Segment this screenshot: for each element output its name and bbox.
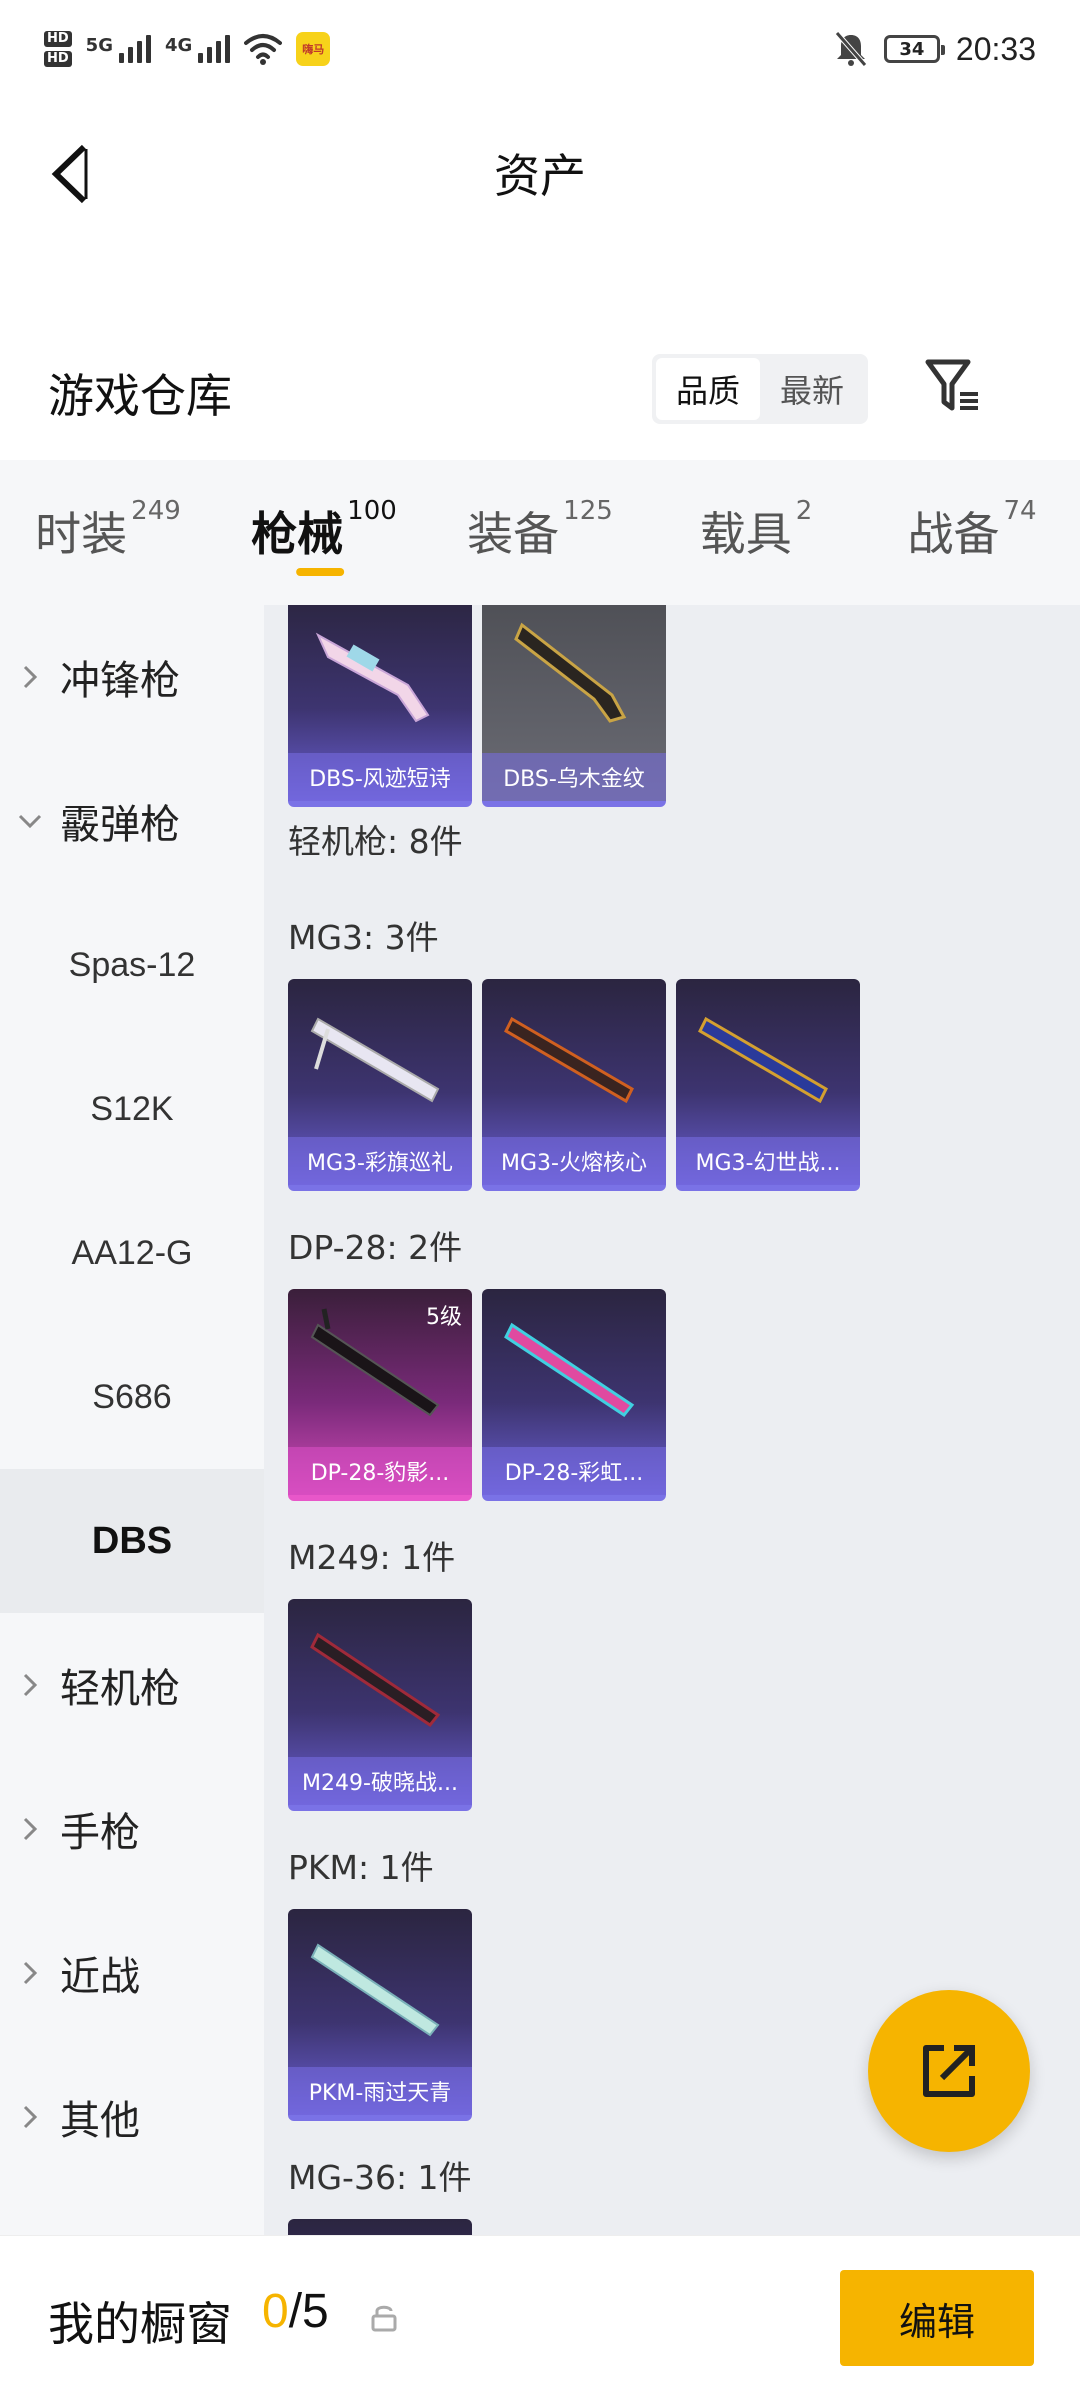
category-tabs: 时装 249 枪械 100 装备 125 载具 2 战备 74: [0, 460, 1080, 605]
skin-card[interactable]: [288, 2219, 472, 2235]
chevron-right-icon: [23, 2105, 38, 2129]
tab-supplies[interactable]: 战备 74: [864, 460, 1080, 605]
hd-indicator: HD HD: [44, 31, 72, 67]
skin-card[interactable]: MG3-火熔核心: [482, 979, 666, 1191]
gun-skin-image: [310, 1017, 440, 1103]
sidebar-item-shotgun[interactable]: 霰弹枪: [0, 749, 264, 893]
tab-vehicles[interactable]: 载具 2: [648, 460, 864, 605]
section-title: 游戏仓库: [48, 369, 232, 423]
section-header: 游戏仓库 品质 最新: [0, 330, 1080, 450]
gun-skin-image: [514, 622, 627, 723]
sidebar-item-melee[interactable]: 近战: [0, 1901, 264, 2045]
sidebar-item-s686[interactable]: S686: [0, 1325, 264, 1469]
app-notification-icon: 嗨马: [296, 32, 331, 66]
tab-fashion[interactable]: 时装 249: [0, 460, 216, 605]
filter-icon: [925, 359, 978, 411]
wifi-icon: [244, 34, 283, 65]
gun-skin-image: [310, 1632, 441, 1728]
title-bar: 资产: [0, 110, 1080, 230]
sort-toggle: 品质 最新: [652, 354, 868, 424]
chevron-right-icon: [23, 1961, 38, 1985]
sort-latest-button[interactable]: 最新: [760, 358, 864, 420]
gun-skin-image: [504, 1322, 635, 1418]
signal-5g-icon: 5G: [86, 35, 151, 63]
battery-icon: 34: [883, 35, 945, 63]
skin-card[interactable]: DP-28-彩虹...: [482, 1289, 666, 1501]
share-button[interactable]: [868, 1990, 1030, 2152]
tab-firearms[interactable]: 枪械 100: [216, 460, 432, 605]
group-title: M249: 1件: [288, 1538, 456, 1577]
edit-button[interactable]: 编辑: [840, 2270, 1034, 2366]
showcase-label: 我的橱窗: [48, 2297, 232, 2351]
sidebar-item-dbs[interactable]: DBS: [0, 1469, 264, 1613]
showcase-bar: 我的橱窗 0 / 5 编辑: [0, 2235, 1080, 2400]
skin-card[interactable]: MG3-彩旗巡礼: [288, 979, 472, 1191]
skin-card[interactable]: M249-破晓战...: [288, 1599, 472, 1811]
sidebar-item-spas12[interactable]: Spas-12: [0, 893, 264, 1037]
level-badge: 5级: [426, 1305, 462, 1330]
chevron-down-icon: [18, 814, 42, 829]
group-title: MG3: 3件: [288, 918, 439, 957]
tab-equipment[interactable]: 装备 125: [432, 460, 648, 605]
weapon-category-sidebar: 冲锋枪 霰弹枪 Spas-12 S12K AA12-G S686 DBS 轻机枪…: [0, 605, 264, 2235]
group-title: DP-28: 2件: [288, 1228, 463, 1267]
gun-skin-image: [504, 1016, 634, 1104]
sidebar-item-aa12g[interactable]: AA12-G: [0, 1181, 264, 1325]
skin-card[interactable]: DBS-风迹短诗: [288, 605, 472, 807]
clock: 20:33: [955, 30, 1036, 67]
sidebar-item-pistol[interactable]: 手枪: [0, 1757, 264, 1901]
skin-card[interactable]: MG3-幻世战...: [676, 979, 860, 1191]
group-title: PKM: 1件: [288, 1848, 434, 1887]
gun-skin-image: [315, 632, 430, 723]
status-bar: HD HD 5G 4G 嗨马 34 20:33: [0, 0, 1080, 100]
gun-skin-image: [698, 1016, 828, 1104]
filter-button[interactable]: [918, 350, 990, 422]
bell-muted-icon: [835, 31, 867, 67]
sidebar-item-other[interactable]: 其他: [0, 2045, 264, 2189]
unlock-icon: [371, 2305, 397, 2332]
chevron-right-icon: [23, 1817, 38, 1841]
tab-active-indicator: [296, 568, 345, 576]
sidebar-item-smg[interactable]: 冲锋枪: [0, 605, 264, 749]
group-title: 轻机枪: 8件: [288, 822, 463, 861]
skin-card[interactable]: DBS-乌木金纹: [482, 605, 666, 807]
share-icon: [923, 2045, 975, 2097]
gun-skin-image: [310, 1943, 440, 2037]
page-title: 资产: [494, 149, 586, 203]
chevron-right-icon: [23, 665, 38, 689]
signal-4g-icon: 4G: [165, 35, 231, 63]
showcase-count: 0 / 5: [262, 2285, 329, 2338]
chevron-right-icon: [23, 1673, 38, 1697]
group-title: MG-36: 1件: [288, 2158, 472, 2197]
sidebar-item-lmg[interactable]: 轻机枪: [0, 1613, 264, 1757]
skin-card[interactable]: 5级 DP-28-豹影...: [288, 1289, 472, 1501]
sidebar-item-s12k[interactable]: S12K: [0, 1037, 264, 1181]
skin-card[interactable]: PKM-雨过天青: [288, 1909, 472, 2121]
sort-quality-button[interactable]: 品质: [656, 358, 760, 420]
